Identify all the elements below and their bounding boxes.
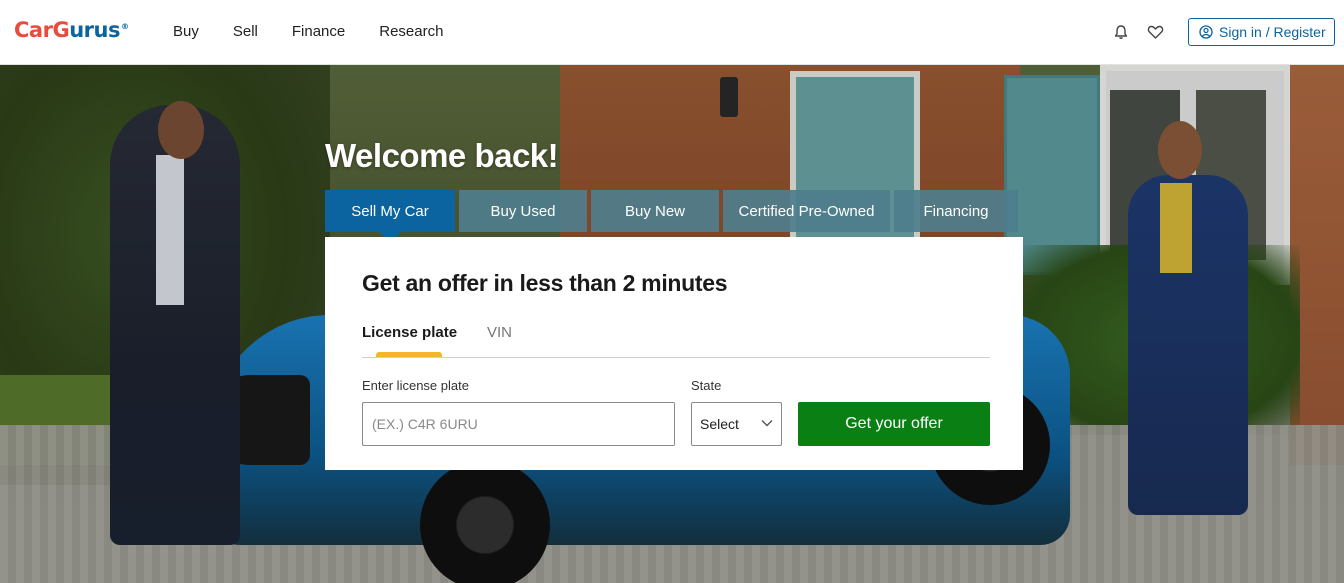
tab-certified-pre-owned[interactable]: Certified Pre-Owned — [723, 190, 890, 232]
tab-buy-used[interactable]: Buy Used — [459, 190, 587, 232]
shopping-tabs: Sell My Car Buy Used Buy New Certified P… — [325, 190, 1018, 242]
license-plate-input[interactable] — [362, 402, 675, 446]
chevron-down-icon — [761, 420, 773, 427]
nav-item-sell[interactable]: Sell — [233, 23, 258, 40]
top-header: CarGurus® Buy Sell Finance Research Sign… — [0, 0, 1344, 65]
nav-item-buy[interactable]: Buy — [173, 23, 199, 40]
active-tab-indicator — [376, 352, 442, 357]
logo-registered-mark: ® — [120, 22, 129, 31]
tab-vin[interactable]: VIN — [487, 324, 512, 341]
tab-buy-new[interactable]: Buy New — [591, 190, 719, 232]
logo-text-car: CarG — [14, 18, 70, 42]
state-select[interactable]: Select — [691, 402, 782, 446]
user-circle-icon — [1199, 25, 1213, 39]
sign-in-register-button[interactable]: Sign in / Register — [1188, 18, 1335, 46]
license-plate-label: Enter license plate — [362, 378, 469, 393]
sign-in-label: Sign in / Register — [1219, 24, 1326, 40]
bell-icon[interactable] — [1113, 24, 1129, 40]
logo-text-gurus: urus — [69, 18, 120, 42]
nav-item-research[interactable]: Research — [379, 23, 443, 40]
nav-item-finance[interactable]: Finance — [292, 23, 345, 40]
offer-title: Get an offer in less than 2 minutes — [362, 270, 728, 296]
cargurus-logo[interactable]: CarGurus® — [14, 18, 129, 42]
main-nav: Buy Sell Finance Research — [173, 23, 477, 40]
state-label: State — [691, 378, 722, 393]
tab-license-plate[interactable]: License plate — [362, 324, 457, 341]
tab-financing[interactable]: Financing — [894, 190, 1018, 232]
get-your-offer-button[interactable]: Get your offer — [798, 402, 990, 446]
heart-icon[interactable] — [1147, 24, 1164, 40]
lookup-method-tabs: License plate VIN — [362, 324, 990, 358]
state-select-value: Select — [700, 416, 739, 432]
tab-sell-my-car[interactable]: Sell My Car — [325, 190, 455, 242]
welcome-heading: Welcome back! — [325, 137, 559, 174]
sell-offer-card: Get an offer in less than 2 minutes Lice… — [325, 237, 1023, 470]
